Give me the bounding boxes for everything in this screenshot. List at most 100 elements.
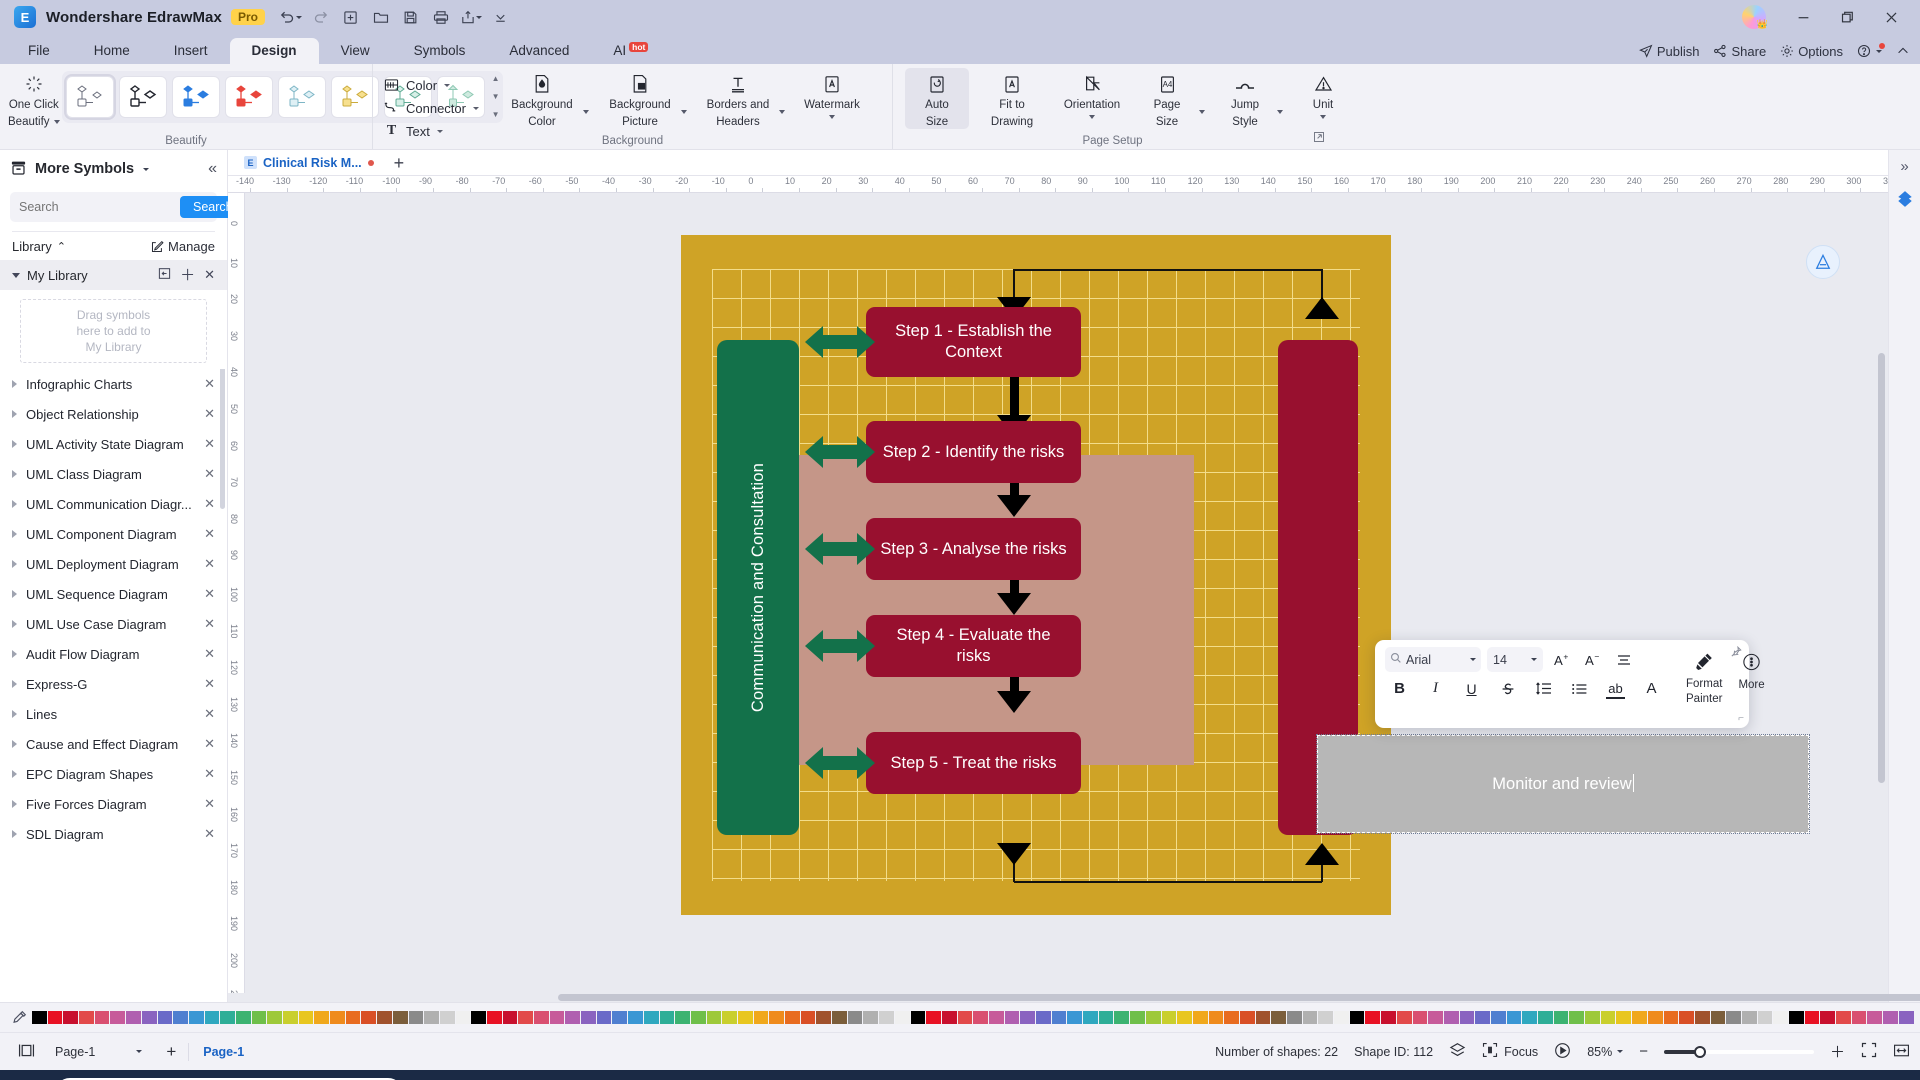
- color-swatch[interactable]: [1334, 1011, 1349, 1024]
- color-swatch[interactable]: [1522, 1011, 1537, 1024]
- format-painter-button[interactable]: Format Painter: [1686, 647, 1722, 722]
- color-swatch[interactable]: [392, 1011, 408, 1024]
- close-button[interactable]: [1870, 0, 1912, 34]
- inner-panel[interactable]: [794, 455, 1194, 765]
- color-swatch[interactable]: [785, 1011, 800, 1024]
- expand-icon[interactable]: [12, 380, 17, 388]
- color-swatch[interactable]: [1789, 1011, 1804, 1024]
- color-swatch[interactable]: [377, 1011, 392, 1024]
- color-swatch[interactable]: [926, 1011, 941, 1024]
- color-swatch[interactable]: [690, 1011, 706, 1024]
- presentation-play-icon[interactable]: [1554, 1042, 1571, 1062]
- canvas-vertical-scrollbar[interactable]: [1878, 233, 1885, 873]
- add-symbol-icon[interactable]: ＋: [180, 268, 195, 283]
- color-swatch[interactable]: [800, 1011, 816, 1024]
- color-swatch[interactable]: [1898, 1011, 1914, 1024]
- color-swatch[interactable]: [581, 1011, 596, 1024]
- step-box-1[interactable]: Step 1 - Establish the Context: [866, 307, 1081, 377]
- color-swatch[interactable]: [1804, 1011, 1820, 1024]
- font-color-button[interactable]: A: [1639, 676, 1664, 701]
- focus-mode-button[interactable]: Focus: [1482, 1042, 1538, 1061]
- borders-and-headers-button[interactable]: Borders and Headers: [697, 68, 779, 129]
- remove-category-icon[interactable]: ✕: [204, 526, 215, 542]
- sidebar-item-uml-use-case-diagram[interactable]: UML Use Case Diagram ✕: [0, 609, 227, 639]
- page-size-button[interactable]: A4 Page Size: [1135, 68, 1199, 129]
- color-swatch[interactable]: [314, 1011, 330, 1024]
- color-swatch[interactable]: [769, 1011, 784, 1024]
- color-swatch[interactable]: [816, 1011, 832, 1024]
- beautify-theme-5[interactable]: [277, 76, 326, 118]
- tab-advanced[interactable]: Advanced: [487, 38, 591, 64]
- color-swatch[interactable]: [1647, 1011, 1663, 1024]
- redo-button[interactable]: [307, 4, 335, 30]
- one-click-beautify-button[interactable]: One Click Beautify: [6, 68, 62, 129]
- color-swatch[interactable]: [879, 1011, 894, 1024]
- expand-icon[interactable]: [12, 440, 17, 448]
- active-page-name[interactable]: Page-1: [189, 1045, 244, 1059]
- color-swatch[interactable]: [298, 1011, 314, 1024]
- color-swatch[interactable]: [361, 1011, 377, 1024]
- microsoft-word-icon[interactable]: W: [640, 1072, 682, 1080]
- color-swatch[interactable]: [486, 1011, 502, 1024]
- color-swatch[interactable]: [408, 1011, 424, 1024]
- color-swatch[interactable]: [1883, 1011, 1898, 1024]
- italic-button[interactable]: I: [1423, 676, 1448, 701]
- color-swatch[interactable]: [502, 1011, 518, 1024]
- font-size-caret-icon[interactable]: [1531, 658, 1537, 661]
- color-swatch[interactable]: [628, 1011, 643, 1024]
- strikethrough-button[interactable]: [1495, 676, 1520, 701]
- step-box-5[interactable]: Step 5 - Treat the risks: [866, 732, 1081, 794]
- color-swatch[interactable]: [1130, 1011, 1145, 1024]
- color-swatch[interactable]: [1632, 1011, 1647, 1024]
- color-swatch[interactable]: [1538, 1011, 1553, 1024]
- double-arrow-4[interactable]: [805, 626, 875, 666]
- color-swatches[interactable]: [32, 1011, 1914, 1024]
- color-swatch[interactable]: [1067, 1011, 1083, 1024]
- sidebar-item-uml-deployment-diagram[interactable]: UML Deployment Diagram ✕: [0, 549, 227, 579]
- double-arrow-2[interactable]: [805, 432, 875, 472]
- color-swatch[interactable]: [1726, 1011, 1741, 1024]
- color-swatch[interactable]: [1177, 1011, 1192, 1024]
- color-swatch[interactable]: [1036, 1011, 1051, 1024]
- publish-button[interactable]: Publish: [1638, 44, 1699, 59]
- my-library-expand-icon[interactable]: [12, 272, 20, 278]
- color-swatch[interactable]: [549, 1011, 565, 1024]
- font-size-select[interactable]: 14: [1487, 647, 1543, 672]
- text-caret-icon[interactable]: [436, 129, 443, 133]
- unit-button[interactable]: Unit: [1291, 68, 1355, 120]
- color-swatch[interactable]: [1600, 1011, 1616, 1024]
- color-swatch[interactable]: [941, 1011, 957, 1024]
- color-swatch[interactable]: [173, 1011, 188, 1024]
- color-swatch[interactable]: [1145, 1011, 1161, 1024]
- beautify-theme-2[interactable]: [118, 76, 167, 118]
- color-swatch[interactable]: [1428, 1011, 1443, 1024]
- color-swatch[interactable]: [1412, 1011, 1428, 1024]
- color-swatch[interactable]: [1396, 1011, 1412, 1024]
- page-selector[interactable]: Page-1: [43, 1045, 154, 1059]
- share-button[interactable]: Share: [1713, 44, 1766, 59]
- color-swatch[interactable]: [1694, 1011, 1710, 1024]
- color-swatch[interactable]: [1443, 1011, 1459, 1024]
- add-page-button[interactable]: +: [154, 1042, 188, 1062]
- color-swatch[interactable]: [722, 1011, 737, 1024]
- diagram-page[interactable]: Communication and Consultation Step 1 - …: [681, 235, 1391, 915]
- library-collapse-icon[interactable]: ⌃: [57, 240, 66, 253]
- double-arrow-5[interactable]: [805, 743, 875, 783]
- zo)om-caret-icon[interactable]: [1617, 1050, 1624, 1053]
- sidebar-item-cause-and-effect-diagram[interactable]: Cause and Effect Diagram ✕: [0, 729, 227, 759]
- color-swatch[interactable]: [1239, 1011, 1255, 1024]
- underline-button[interactable]: U: [1459, 676, 1484, 701]
- color-swatch[interactable]: [1161, 1011, 1177, 1024]
- color-swatch[interactable]: [988, 1011, 1004, 1024]
- remove-category-icon[interactable]: ✕: [204, 436, 215, 452]
- sidebar-item-uml-class-diagram[interactable]: UML Class Diagram ✕: [0, 459, 227, 489]
- import-symbols-icon[interactable]: [158, 267, 171, 283]
- color-swatch[interactable]: [1741, 1011, 1757, 1024]
- remove-category-icon[interactable]: ✕: [204, 796, 215, 812]
- jump-style-caret-icon[interactable]: [1277, 110, 1283, 114]
- options-button[interactable]: Options: [1780, 44, 1843, 59]
- color-swatch[interactable]: [1490, 1011, 1506, 1024]
- print-button[interactable]: [427, 4, 455, 30]
- expand-icon[interactable]: [12, 500, 17, 508]
- page-panel-toggle-icon[interactable]: [10, 1043, 43, 1061]
